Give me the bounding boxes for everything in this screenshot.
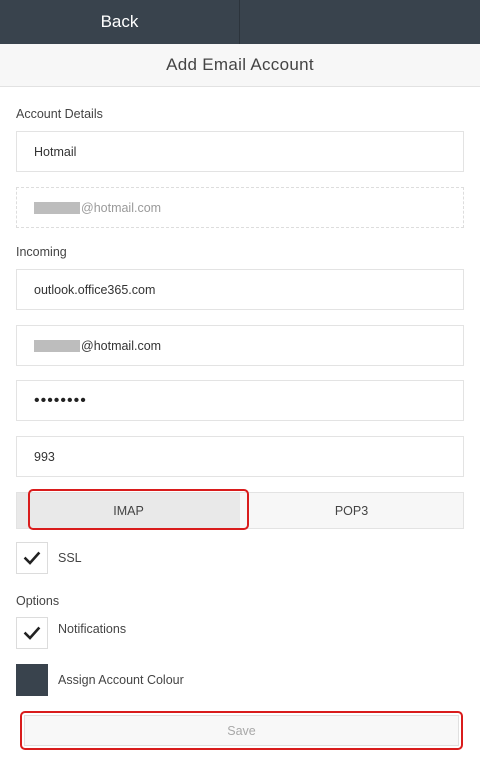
save-button[interactable]: Save <box>24 715 459 746</box>
incoming-label: Incoming <box>16 245 67 259</box>
ssl-label: SSL <box>58 551 82 565</box>
incoming-username-field[interactable]: @hotmail.com <box>16 325 464 366</box>
account-details-label: Account Details <box>16 107 103 121</box>
account-name-field[interactable]: Hotmail <box>16 131 464 172</box>
assign-colour-row: Assign Account Colour <box>16 664 184 696</box>
redacted-text <box>34 339 80 352</box>
ssl-checkbox[interactable] <box>16 542 48 574</box>
notifications-row: Notifications <box>16 617 126 649</box>
assign-colour-label: Assign Account Colour <box>58 673 184 687</box>
imap-option[interactable]: IMAP <box>17 493 240 528</box>
ssl-row: SSL <box>16 542 82 574</box>
incoming-server-field[interactable]: outlook.office365.com <box>16 269 464 310</box>
redacted-text <box>34 201 80 214</box>
back-button[interactable]: Back <box>0 0 240 44</box>
password-value: •••••••• <box>34 391 87 409</box>
save-highlight-box: Save <box>20 711 463 750</box>
options-label: Options <box>16 594 60 608</box>
port-value: 993 <box>34 449 55 464</box>
email-address-suffix: @hotmail.com <box>81 200 162 215</box>
incoming-server-value: outlook.office365.com <box>34 282 156 297</box>
password-field[interactable]: •••••••• <box>16 380 464 421</box>
notifications-label: Notifications <box>58 622 127 636</box>
account-name-value: Hotmail <box>34 144 77 159</box>
account-colour-swatch[interactable] <box>16 664 48 696</box>
protocol-selector: IMAP POP3 <box>16 492 464 529</box>
incoming-username-suffix: @hotmail.com <box>81 338 162 353</box>
top-bar-right <box>240 0 480 44</box>
port-field[interactable]: 993 <box>16 436 464 477</box>
top-bar: Back <box>0 0 480 44</box>
checkmark-icon <box>23 551 41 565</box>
email-address-field[interactable]: @hotmail.com <box>16 187 464 228</box>
pop3-option[interactable]: POP3 <box>240 493 463 528</box>
checkmark-icon <box>23 626 41 640</box>
notifications-checkbox[interactable] <box>16 617 48 649</box>
page-title: Add Email Account <box>0 44 480 87</box>
